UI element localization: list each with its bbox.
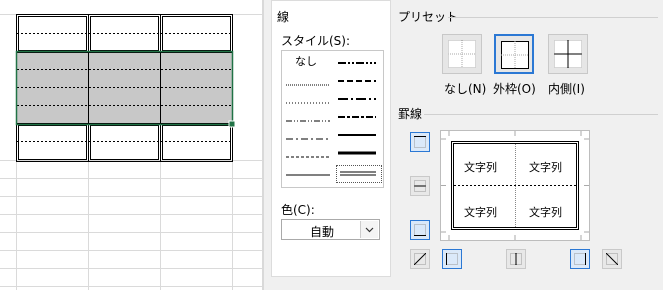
border-preview-lines (441, 131, 589, 240)
spreadsheet-area[interactable] (0, 0, 262, 290)
style-dash-dot-dot-medium[interactable] (338, 57, 386, 69)
chevron-down-icon[interactable] (360, 221, 378, 238)
spreadsheet-grid (0, 14, 262, 290)
preset-inside-label[interactable]: 内側(I) (548, 82, 585, 96)
preset-separator (448, 17, 658, 18)
border-diagonal-up-icon (414, 253, 426, 265)
border-separator (424, 114, 658, 115)
color-dropdown-value: 自動 (309, 225, 334, 239)
format-cells-border-tab: 線 スタイル(S): なし 色(C): 自動 プリセット なし(N) 外枠(O)… (264, 0, 663, 290)
border-section-title: 罫線 (398, 107, 423, 121)
line-style-list[interactable]: なし (281, 50, 384, 188)
style-dash-dot-thin[interactable] (286, 133, 334, 145)
preview-text-1: 文字列 (464, 161, 497, 174)
preset-outline-icon (501, 41, 529, 69)
style-none-label[interactable]: なし (295, 55, 317, 69)
style-thin[interactable] (286, 169, 334, 181)
preview-text-4: 文字列 (529, 206, 562, 219)
border-left-button[interactable] (442, 249, 462, 269)
border-top-icon (414, 136, 426, 148)
color-dropdown[interactable]: 自動 (281, 219, 380, 240)
style-label: スタイル(S): (281, 34, 351, 48)
style-dashed-medium[interactable] (338, 75, 386, 87)
fill-handle (228, 120, 236, 128)
border-inside-horizontal-button[interactable] (410, 176, 430, 196)
style-slanted-dash-dot[interactable] (338, 111, 386, 123)
style-dashed-thin[interactable] (286, 151, 334, 163)
border-diagonal-up-button[interactable] (410, 249, 430, 269)
style-dash-dot-medium[interactable] (338, 93, 386, 105)
border-diagonal-down-icon (606, 253, 618, 265)
style-double-selected[interactable] (336, 165, 382, 183)
border-preview[interactable]: 文字列 文字列 文字列 文字列 (440, 130, 590, 241)
style-thick[interactable] (338, 147, 386, 159)
preview-text-3: 文字列 (464, 206, 497, 219)
preset-outline-label[interactable]: 外枠(O) (493, 82, 536, 96)
border-right-button[interactable] (570, 249, 590, 269)
style-hairline[interactable] (286, 79, 334, 91)
preset-none-label[interactable]: なし(N) (444, 82, 486, 96)
border-top-button[interactable] (410, 132, 430, 152)
style-dotted[interactable] (286, 97, 334, 109)
style-dash-dot-dot-thin[interactable] (286, 115, 334, 127)
preset-none-icon (448, 40, 476, 68)
color-label: 色(C): (281, 203, 315, 217)
border-inside-vertical-icon (510, 253, 522, 265)
border-diagonal-down-button[interactable] (602, 249, 622, 269)
preset-inside-icon (554, 40, 582, 68)
preset-none-button[interactable] (442, 34, 482, 74)
line-section-title: 線 (277, 10, 290, 24)
preset-outline-button[interactable] (494, 34, 534, 74)
preview-text-2: 文字列 (529, 161, 562, 174)
preset-inside-button[interactable] (548, 34, 588, 74)
border-inside-vertical-button[interactable] (506, 249, 526, 269)
border-bottom-button[interactable] (410, 220, 430, 240)
border-bottom-icon (414, 224, 426, 236)
border-left-icon (446, 253, 458, 265)
border-right-icon (574, 253, 586, 265)
border-inside-horizontal-icon (414, 180, 426, 192)
style-medium[interactable] (338, 129, 386, 141)
